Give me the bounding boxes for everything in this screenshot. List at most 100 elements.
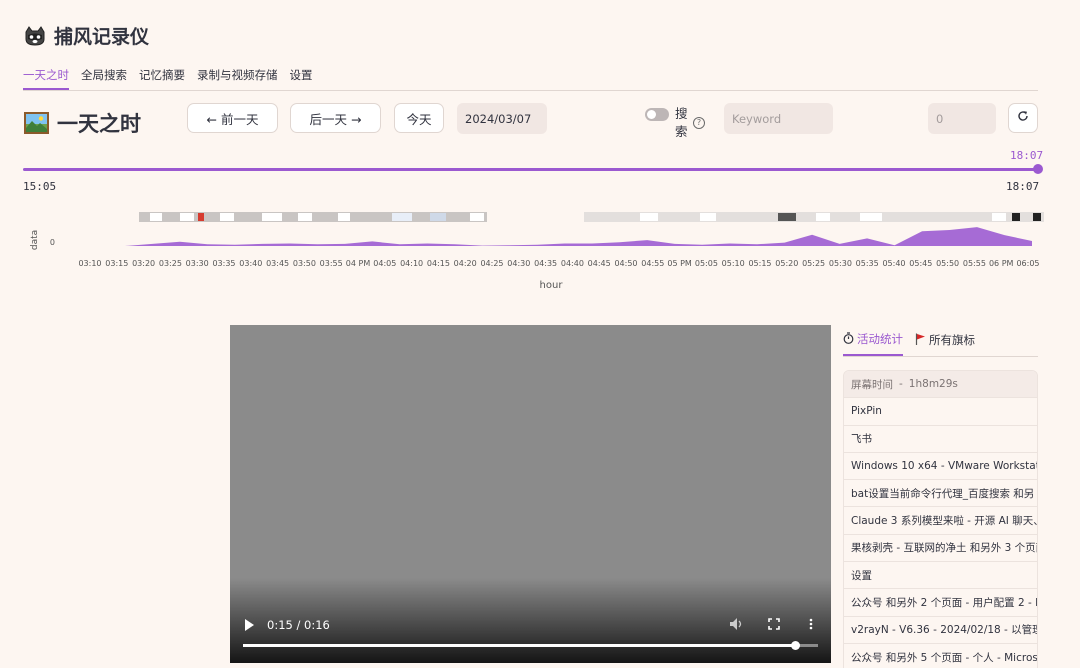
timer-icon: [843, 331, 854, 347]
framed-picture-icon: [24, 112, 49, 134]
y-tick-label: 0: [50, 238, 55, 247]
activity-area: [70, 227, 1032, 246]
x-tick-label: 04:50: [614, 259, 637, 268]
play-icon[interactable]: [244, 619, 254, 634]
number-input[interactable]: 0: [928, 103, 996, 134]
slider-start-label: 15:05: [23, 180, 57, 193]
video-progress-bar[interactable]: [243, 641, 818, 650]
time-slider-track[interactable]: [23, 168, 1038, 171]
x-tick-label: 05:30: [829, 259, 852, 268]
x-tick-label: 04:30: [507, 259, 530, 268]
tab-global-search[interactable]: 全局搜索: [81, 64, 127, 90]
tab-activity-stats[interactable]: 活动统计: [843, 330, 903, 356]
tab-memory-summary[interactable]: 记忆摘要: [139, 64, 185, 90]
screen-time-separator: -: [899, 378, 903, 391]
list-item[interactable]: Windows 10 x64 - VMware Workstation: [844, 453, 1037, 481]
x-tick-label: 04:55: [641, 259, 664, 268]
keyword-input[interactable]: Keyword: [724, 103, 833, 134]
x-tick-label: 05:10: [722, 259, 745, 268]
today-button[interactable]: 今天: [394, 103, 444, 133]
refresh-icon: [1017, 110, 1029, 126]
list-item[interactable]: 设置: [844, 562, 1037, 590]
panel-tabs: 活动统计 所有旗标: [843, 330, 1038, 357]
flag-icon: [915, 333, 926, 348]
list-item[interactable]: 飞书: [844, 426, 1037, 453]
app-title: 捕风记录仪: [54, 26, 150, 48]
time-slider-handle[interactable]: [1033, 164, 1043, 174]
x-tick-label: 04:40: [561, 259, 584, 268]
fullscreen-icon[interactable]: [768, 618, 780, 633]
tab-one-day[interactable]: 一天之时: [23, 64, 69, 90]
tab-settings[interactable]: 设置: [290, 64, 313, 90]
next-day-button[interactable]: 后一天 →: [290, 103, 381, 133]
activity-list: 屏幕时间 - 1h8m29s PixPin 飞书 Windows 10 x64 …: [843, 370, 1038, 668]
y-axis-label: data: [30, 230, 40, 250]
x-tick-label: 04 PM: [346, 259, 371, 268]
tab-all-flags[interactable]: 所有旗标: [915, 330, 975, 356]
x-tick-label: 04:15: [427, 259, 450, 268]
tab-recording-storage[interactable]: 录制与视频存储: [197, 64, 278, 90]
list-item[interactable]: 果核剥壳 - 互联网的净土 和另外 3 个页面: [844, 535, 1037, 563]
raccoon-logo-icon: [24, 25, 46, 46]
x-tick-label: 04:05: [373, 259, 396, 268]
list-item[interactable]: v2rayN - V6.36 - 2024/02/18 - 以管理员身份: [844, 617, 1037, 644]
x-tick-label: 05:40: [882, 259, 905, 268]
x-tick-label: 05:15: [748, 259, 771, 268]
activity-chart: data 0 03:10 03:15 03:20 03:25 03:30 03:35 03:…: [30, 212, 1044, 291]
x-tick-label: 05:55: [963, 259, 986, 268]
app-header: 捕风记录仪: [24, 22, 149, 49]
x-tick-label: 04:25: [480, 259, 503, 268]
list-item[interactable]: 公众号 和另外 5 个页面 - 个人 - Microsof: [844, 644, 1037, 668]
page-title-row: 一天之时: [24, 108, 141, 138]
screen-time-label: 屏幕时间: [851, 378, 893, 391]
video-progress-handle[interactable]: [791, 641, 800, 650]
page-title: 一天之时: [57, 112, 141, 136]
x-tick-label: 03:30: [186, 259, 209, 268]
x-tick-label: 05:50: [936, 259, 959, 268]
thumbnail-strip-right: [584, 212, 1044, 222]
x-tick-label: 04:20: [454, 259, 477, 268]
main-tabs: 一天之时 全局搜索 记忆摘要 录制与视频存储 设置: [23, 64, 1038, 91]
slider-value: 18:07: [1010, 149, 1044, 162]
tab-all-flags-label: 所有旗标: [929, 333, 975, 347]
x-axis-label: hour: [540, 280, 564, 291]
search-toggle-label: 搜索: [675, 106, 688, 139]
date-input[interactable]: 2024/03/07: [457, 103, 547, 134]
video-progress-fill: [243, 644, 795, 647]
refresh-button[interactable]: [1008, 103, 1038, 133]
x-tick-label: 03:20: [132, 259, 155, 268]
search-toggle[interactable]: [645, 108, 669, 121]
x-tick-label: 04:10: [400, 259, 423, 268]
thumbnail-strip-left: [139, 212, 487, 222]
slider-end-label: 18:07: [1006, 180, 1040, 193]
tab-activity-stats-label: 活动统计: [857, 332, 903, 346]
list-item[interactable]: bat设置当前命令行代理_百度搜索 和另: [844, 480, 1037, 508]
list-item[interactable]: PixPin: [844, 398, 1037, 426]
x-tick-label: 04:45: [588, 259, 611, 268]
x-tick-label: 03:25: [159, 259, 182, 268]
x-tick-label: 05:35: [856, 259, 879, 268]
x-tick-label: 03:15: [105, 259, 128, 268]
video-player[interactable]: 0:15 / 0:16: [230, 325, 831, 663]
screen-time-value: 1h8m29s: [908, 378, 958, 391]
x-tick-label: 05:20: [775, 259, 798, 268]
x-tick-label: 05:25: [802, 259, 825, 268]
x-tick-label: 06 PM: [989, 259, 1014, 268]
prev-day-button[interactable]: ← 前一天: [187, 103, 278, 133]
x-tick-label: 04:35: [534, 259, 557, 268]
x-tick-label: 03:55: [320, 259, 343, 268]
more-icon[interactable]: [809, 618, 813, 633]
x-tick-label: 03:10: [78, 259, 101, 268]
list-item[interactable]: 公众号 和另外 2 个页面 - 用户配置 2 - Mi: [844, 589, 1037, 617]
x-tick-label: 03:45: [266, 259, 289, 268]
x-tick-label: 05:45: [909, 259, 932, 268]
help-icon[interactable]: ?: [693, 117, 705, 129]
x-tick-label: 03:50: [293, 259, 316, 268]
volume-icon[interactable]: [730, 618, 744, 633]
screen-time-row: 屏幕时间 - 1h8m29s: [844, 371, 1037, 399]
x-tick-label: 05 PM: [667, 259, 692, 268]
x-tick-label: 05:05: [695, 259, 718, 268]
x-tick-label: 03:35: [212, 259, 235, 268]
video-time: 0:15 / 0:16: [267, 618, 330, 632]
list-item[interactable]: Claude 3 系列模型来啦 - 开源 AI 聊天、维: [844, 507, 1037, 535]
